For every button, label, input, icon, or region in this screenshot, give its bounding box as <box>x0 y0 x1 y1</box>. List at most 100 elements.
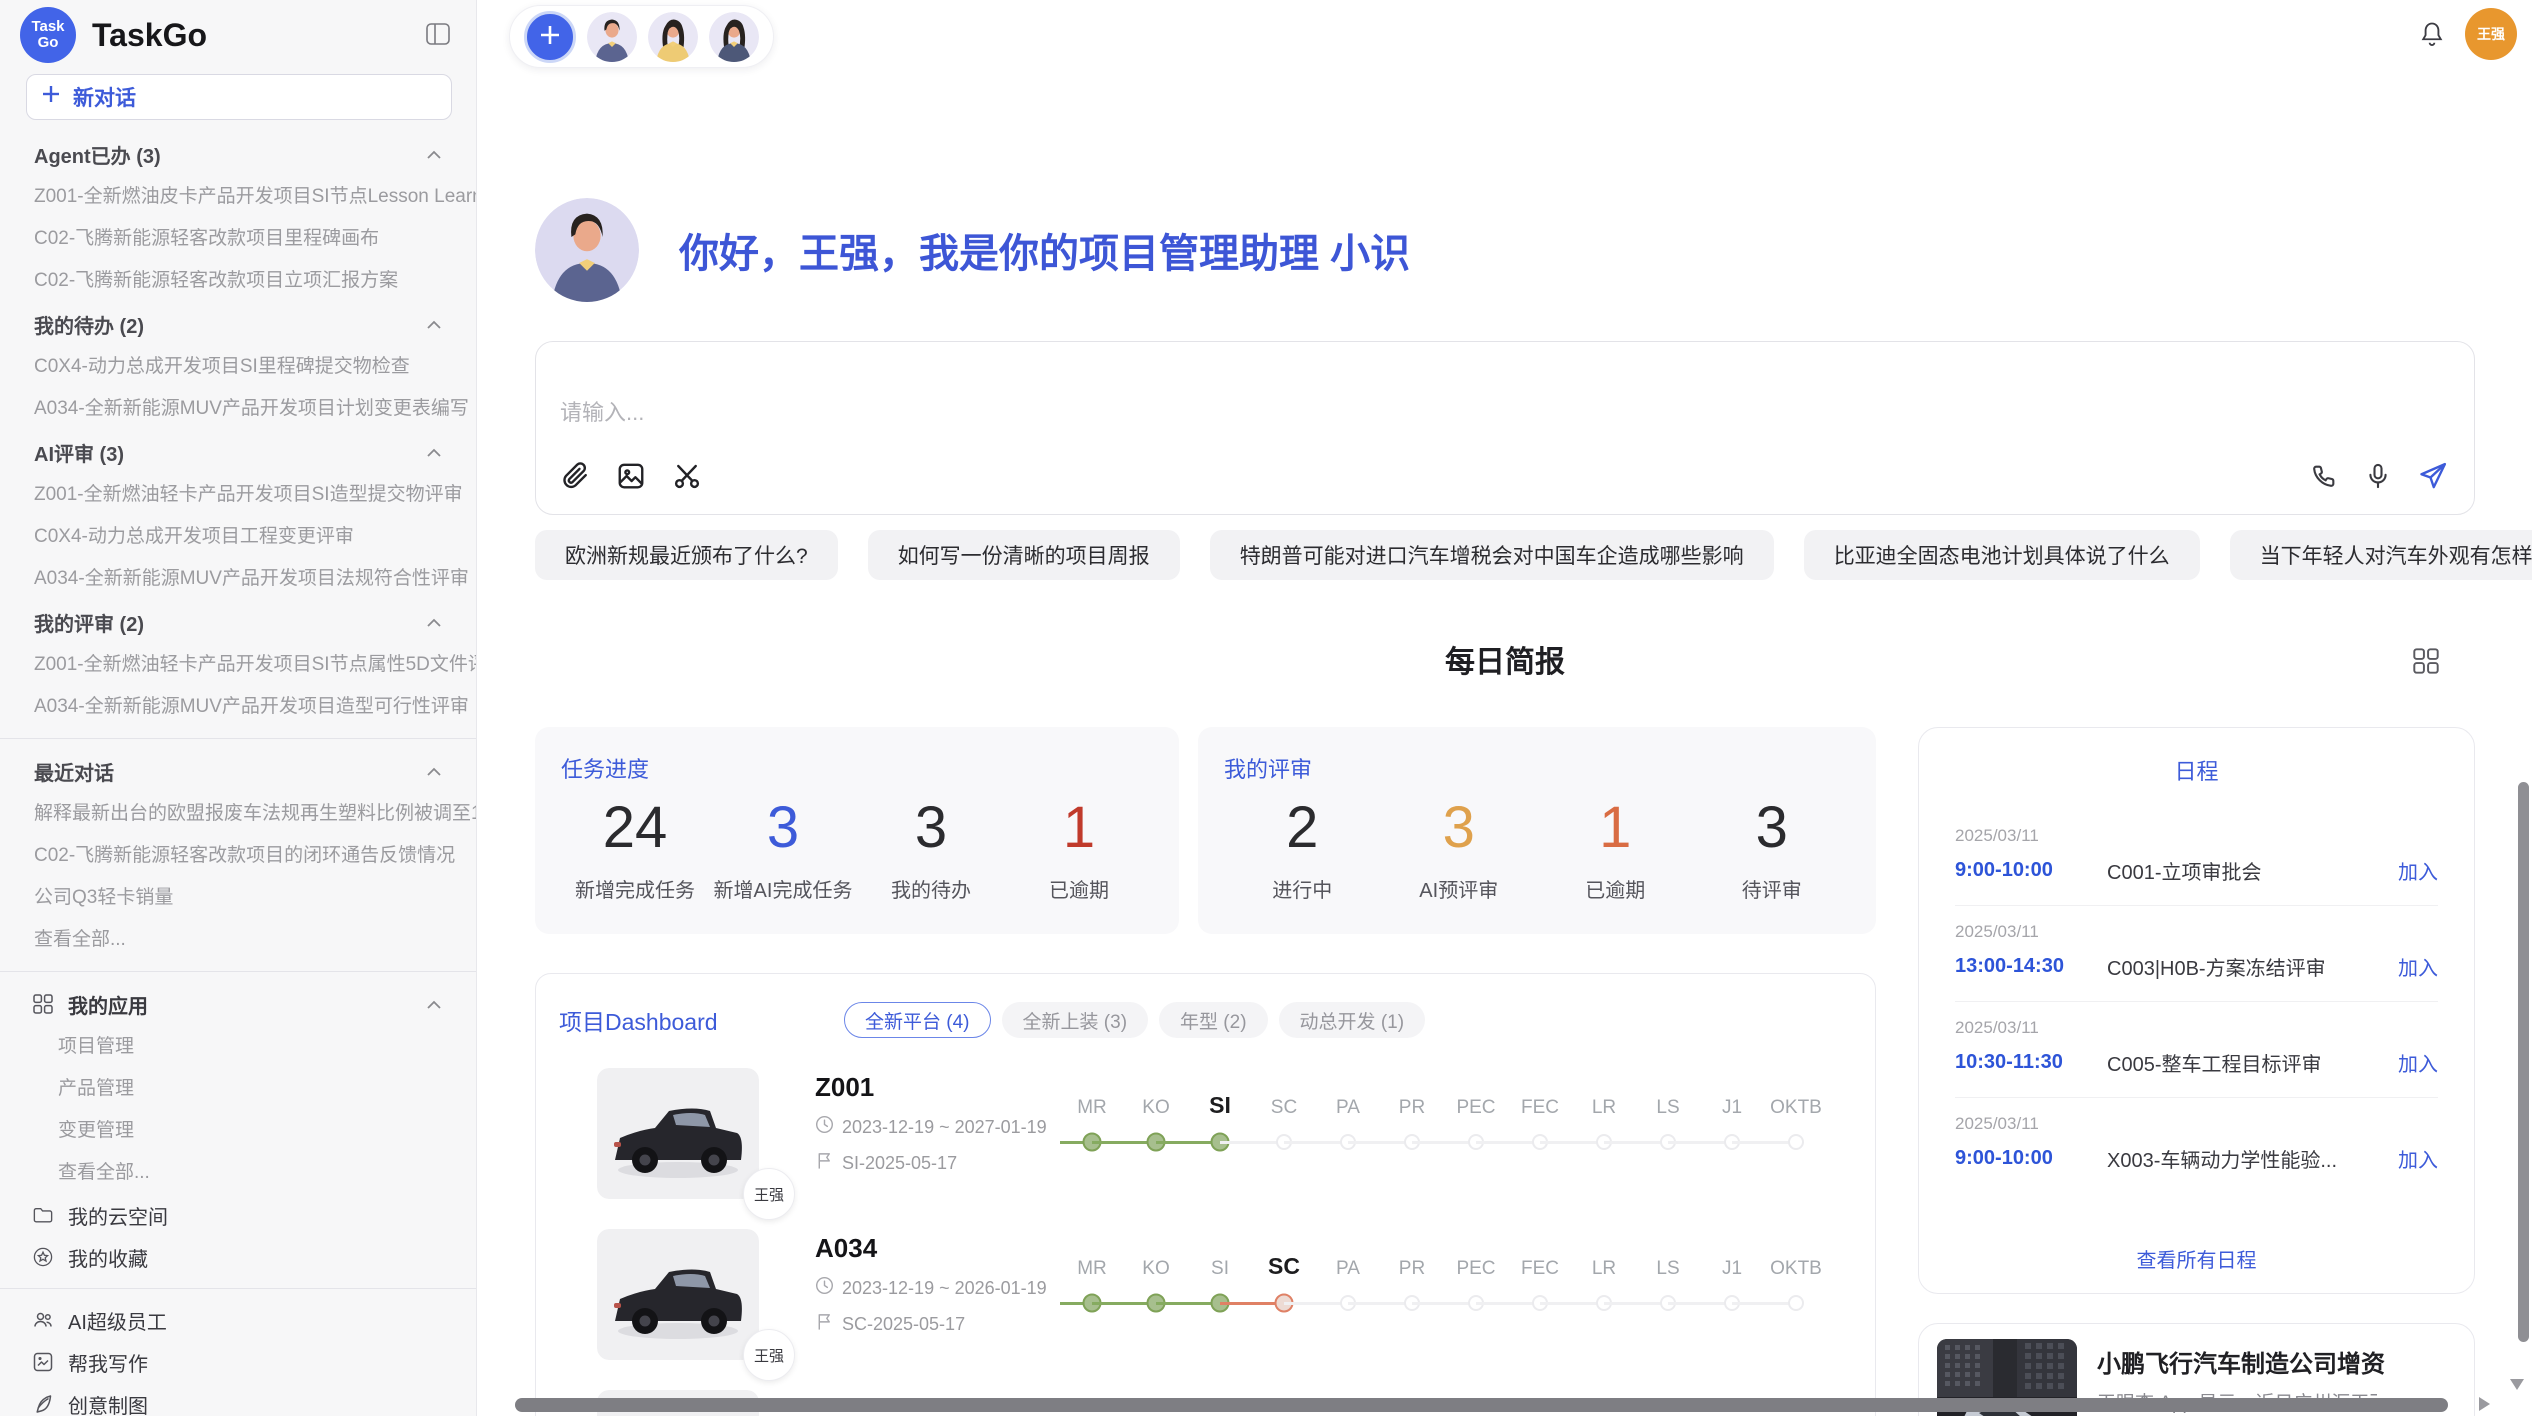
chat-input-card <box>535 341 2475 515</box>
suggestion-chips-row: 欧洲新规最近颁布了什么? 如何写一份清晰的项目周报特朗普可能对进口汽车增税会对中国… <box>535 530 2475 580</box>
section-title: 最近对话 <box>34 757 426 786</box>
join-meeting-link[interactable]: 加入 <box>2398 856 2438 885</box>
stat-cell: 3待评审 <box>1694 790 1851 903</box>
sidebar-recent-item[interactable]: 解释最新出台的欧盟报废车法规再生塑料比例被调至15%... <box>0 793 476 835</box>
sidebar-item-star[interactable]: 我的收藏 <box>0 1236 476 1278</box>
milestone-LS: LS <box>1636 1244 1700 1390</box>
project-thumbnail: 王强 <box>597 1229 759 1360</box>
suggestion-chip[interactable]: 如何写一份清晰的项目周报 <box>868 530 1180 580</box>
project-row[interactable]: 王强Z0012023-12-19 ~ 2027-01-19SI-2025-05-… <box>536 1068 1875 1229</box>
stat-label: 新增AI完成任务 <box>709 874 857 903</box>
image-button[interactable] <box>614 459 648 496</box>
milestone-track: MRKOSISCPAPRPECFECLRLSJ1OKTB <box>1060 1083 1828 1229</box>
milestone-PEC: PEC <box>1444 1083 1508 1229</box>
join-meeting-link[interactable]: 加入 <box>2398 952 2438 981</box>
sidebar-recent-item[interactable]: C02-飞腾新能源轻客改款项目的闭环通告反馈情况 <box>0 835 476 877</box>
panel-collapse-icon <box>426 33 450 48</box>
sidebar-section-header[interactable]: Agent已办 (3) <box>0 132 476 176</box>
chevron-up-icon <box>426 313 442 336</box>
sidebar-my-apps-header[interactable]: 我的应用 <box>0 982 476 1026</box>
milestone-LR: LR <box>1572 1083 1636 1229</box>
milestone-label: SC <box>1252 1083 1316 1119</box>
stat-value: 3 <box>1381 790 1538 866</box>
sidebar-tool-write[interactable]: 帮我写作 <box>0 1341 476 1383</box>
sidebar-section-header[interactable]: 我的评审 (2) <box>0 600 476 644</box>
stat-value: 3 <box>1694 790 1851 866</box>
tool-label: 创意制图 <box>68 1390 148 1416</box>
sidebar-conversation-item[interactable]: C0X4-动力总成开发项目SI里程碑提交物检查 <box>0 346 476 388</box>
sidebar-conversation-item[interactable]: A034-全新新能源MUV产品开发项目计划变更表编写 <box>0 388 476 430</box>
sidebar-section-header[interactable]: AI评审 (3) <box>0 430 476 474</box>
milestone-PA: PA <box>1316 1083 1380 1229</box>
sidebar-app-item[interactable]: 产品管理 <box>0 1068 476 1110</box>
milestone-SC: SC <box>1252 1083 1316 1229</box>
sidebar-header: Task Go TaskGo <box>0 0 476 70</box>
flag-icon <box>815 1312 834 1336</box>
stat-value: 3 <box>857 790 1005 866</box>
sidebar-section-header-recent[interactable]: 最近对话 <box>0 749 476 793</box>
sidebar-app-item[interactable]: 项目管理 <box>0 1026 476 1068</box>
dashboard-filter-pill[interactable]: 年型 (2) <box>1159 1002 1268 1038</box>
sidebar-recent-item[interactable]: 公司Q3轻卡销量 <box>0 877 476 919</box>
dashboard-filter-pill[interactable]: 动总开发 (1) <box>1279 1002 1426 1038</box>
chat-input[interactable] <box>560 400 2160 426</box>
sidebar-section-header[interactable]: 我的待办 (2) <box>0 302 476 346</box>
stat-cell: 2进行中 <box>1224 790 1381 903</box>
join-meeting-link[interactable]: 加入 <box>2398 1144 2438 1173</box>
sidebar-conversation-item[interactable]: C02-飞腾新能源轻客改款项目里程碑画布 <box>0 218 476 260</box>
microphone-button[interactable] <box>2362 460 2394 495</box>
phone-icon <box>2310 462 2338 493</box>
screenshot-button[interactable] <box>670 459 704 496</box>
sidebar-app-item[interactable]: 变更管理 <box>0 1110 476 1152</box>
stat-label: 已逾期 <box>1005 874 1153 903</box>
app-logo: Task Go <box>20 7 76 63</box>
scroll-down-arrow[interactable] <box>2510 1379 2524 1390</box>
sidebar-conversation-item[interactable]: A034-全新新能源MUV产品开发项目造型可行性评审 <box>0 686 476 728</box>
sidebar-conversation-item[interactable]: C02-飞腾新能源轻客改款项目立项汇报方案 <box>0 260 476 302</box>
milestone-label: LR <box>1572 1244 1636 1280</box>
suggestion-chip[interactable]: 比亚迪全固态电池计划具体说了什么 <box>1804 530 2200 580</box>
apps-view-all-link[interactable]: 查看全部... <box>0 1152 476 1194</box>
assistant-avatar <box>535 198 639 302</box>
vertical-scrollbar[interactable] <box>2518 782 2529 1342</box>
view-all-schedule-link[interactable]: 查看所有日程 <box>1919 1244 2474 1273</box>
horizontal-scrollbar[interactable] <box>515 1398 2448 1412</box>
new-chat-button[interactable]: 新对话 <box>26 74 452 120</box>
project-row[interactable]: 王强A0342023-12-19 ~ 2026-01-19SC-2025-05-… <box>536 1229 1875 1390</box>
milestone-FEC: FEC <box>1508 1083 1572 1229</box>
chevron-up-icon <box>426 760 442 783</box>
divider <box>0 1288 476 1289</box>
suggestion-chip[interactable]: 特朗普可能对进口汽车增税会对中国车企造成哪些影响 <box>1210 530 1774 580</box>
suggestion-chip[interactable]: 当下年轻人对汽车外观有怎样的喜好趋势 <box>2230 530 2532 580</box>
sidebar-tool-people[interactable]: AI超级员工 <box>0 1299 476 1341</box>
sidebar-conversation-item[interactable]: Z001-全新燃油轻卡产品开发项目SI节点属性5D文件评审 <box>0 644 476 686</box>
milestone-PA: PA <box>1316 1244 1380 1390</box>
stat-cell: 3我的待办 <box>857 790 1005 903</box>
suggestion-chip[interactable]: 欧洲新规最近颁布了什么? <box>535 530 838 580</box>
join-meeting-link[interactable]: 加入 <box>2398 1048 2438 1077</box>
sidebar-item-cloud[interactable]: 我的云空间 <box>0 1194 476 1236</box>
voice-call-button[interactable] <box>2308 460 2340 495</box>
send-button[interactable] <box>2416 459 2450 496</box>
sidebar-tool-feather[interactable]: 创意制图 <box>0 1383 476 1416</box>
sidebar-conversation-item[interactable]: Z001-全新燃油轻卡产品开发项目SI造型提交物评审 <box>0 474 476 516</box>
sidebar-collapse-button[interactable] <box>422 19 454 52</box>
write-icon <box>33 1352 55 1372</box>
task-progress-stats: 24新增完成任务3新增AI完成任务3我的待办1已逾期 <box>561 790 1153 903</box>
task-progress-card: 任务进度 24新增完成任务3新增AI完成任务3我的待办1已逾期 <box>535 727 1179 934</box>
recent-view-all-link[interactable]: 查看全部... <box>0 919 476 961</box>
attach-button[interactable] <box>558 459 592 496</box>
stat-label: 已逾期 <box>1537 874 1694 903</box>
chevron-up-icon <box>426 993 442 1016</box>
sidebar-conversation-item[interactable]: A034-全新新能源MUV产品开发项目法规符合性评审 <box>0 558 476 600</box>
sidebar-conversation-item[interactable]: C0X4-动力总成开发项目工程变更评审 <box>0 516 476 558</box>
card-title: 我的评审 <box>1224 752 1850 784</box>
milestone-LS: LS <box>1636 1083 1700 1229</box>
layout-grid-button[interactable] <box>2413 648 2439 677</box>
scroll-right-arrow[interactable] <box>2479 1397 2490 1411</box>
grid-icon <box>2413 662 2439 677</box>
milestone-OKTB: OKTB <box>1764 1244 1828 1390</box>
dashboard-filter-pill[interactable]: 全新上装 (3) <box>1002 1002 1149 1038</box>
dashboard-filter-pill[interactable]: 全新平台 (4) <box>844 1002 991 1038</box>
sidebar-conversation-item[interactable]: Z001-全新燃油皮卡产品开发项目SI节点Lesson Learn报告 <box>0 176 476 218</box>
